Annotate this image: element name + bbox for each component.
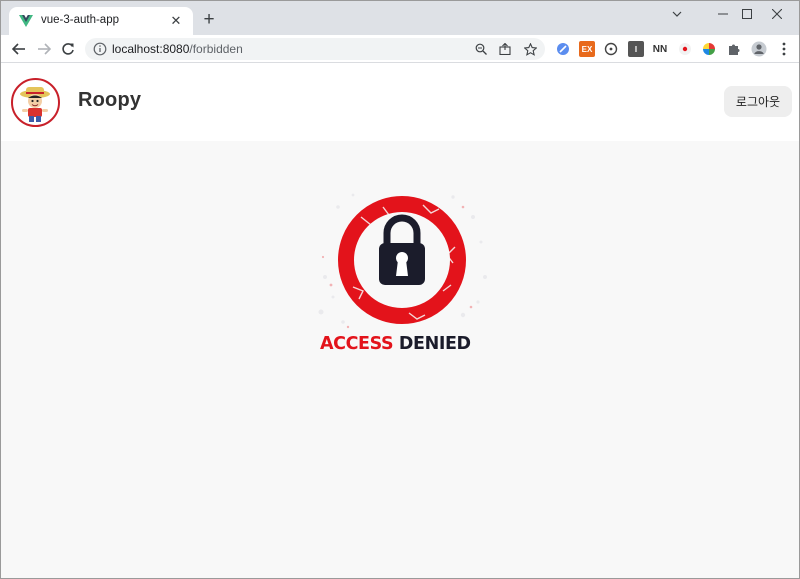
window-close-icon[interactable] [755,3,799,25]
extension-square-icon[interactable]: I [628,41,644,57]
extension-red-dot-icon[interactable] [677,41,693,57]
address-bar[interactable]: localhost:8080/forbidden [85,38,545,60]
tab-search-chevron-icon[interactable] [655,3,699,25]
share-icon[interactable] [497,41,513,57]
access-denied-lock-icon [318,193,487,329]
tab-close-icon[interactable]: ✕ [168,13,184,29]
access-denied-graphic: ACCESS DENIED [313,187,491,357]
browser-window: vue-3-auth-app ✕ + localhost:8080/forbid… [0,0,800,579]
app-brand-title: Roopy [78,89,142,111]
site-info-icon[interactable] [93,42,107,56]
luffy-avatar [11,78,60,127]
access-denied-text: ACCESS DENIED [320,334,471,354]
extension-nn-icon[interactable]: NN [652,41,668,57]
url-path: /forbidden [189,42,243,56]
puzzle-icon[interactable] [726,41,742,57]
forward-arrow-icon[interactable] [34,39,54,59]
extension-circle-icon[interactable] [603,41,619,57]
app-header: Roopy 로그아웃 [1,63,799,141]
vue-logo-icon [19,15,33,27]
reload-icon[interactable] [58,39,78,59]
extension-ex-icon[interactable]: EX [579,41,595,57]
denied-word: DENIED [398,334,471,354]
bookmark-star-icon[interactable] [522,41,538,57]
url-text: localhost:8080/forbidden [112,42,243,56]
browser-tab[interactable]: vue-3-auth-app ✕ [9,7,193,35]
extension-color-wheel-icon[interactable] [701,41,717,57]
logout-button[interactable]: 로그아웃 [724,86,792,117]
page-viewport: Roopy 로그아웃 ACCESS DENIED [1,63,799,578]
profile-icon[interactable] [751,41,767,57]
url-host: localhost:8080 [112,42,190,56]
new-tab-button[interactable]: + [199,10,219,30]
zoom-icon[interactable] [473,41,489,57]
access-word: ACCESS [320,334,394,354]
tab-title: vue-3-auth-app [41,14,119,26]
tab-strip: vue-3-auth-app ✕ + [1,1,799,35]
kebab-menu-icon[interactable] [776,41,792,57]
back-arrow-icon[interactable] [9,39,29,59]
browser-toolbar: localhost:8080/forbidden EX I NN [1,35,799,63]
devtools-extension-icon[interactable] [555,41,571,57]
